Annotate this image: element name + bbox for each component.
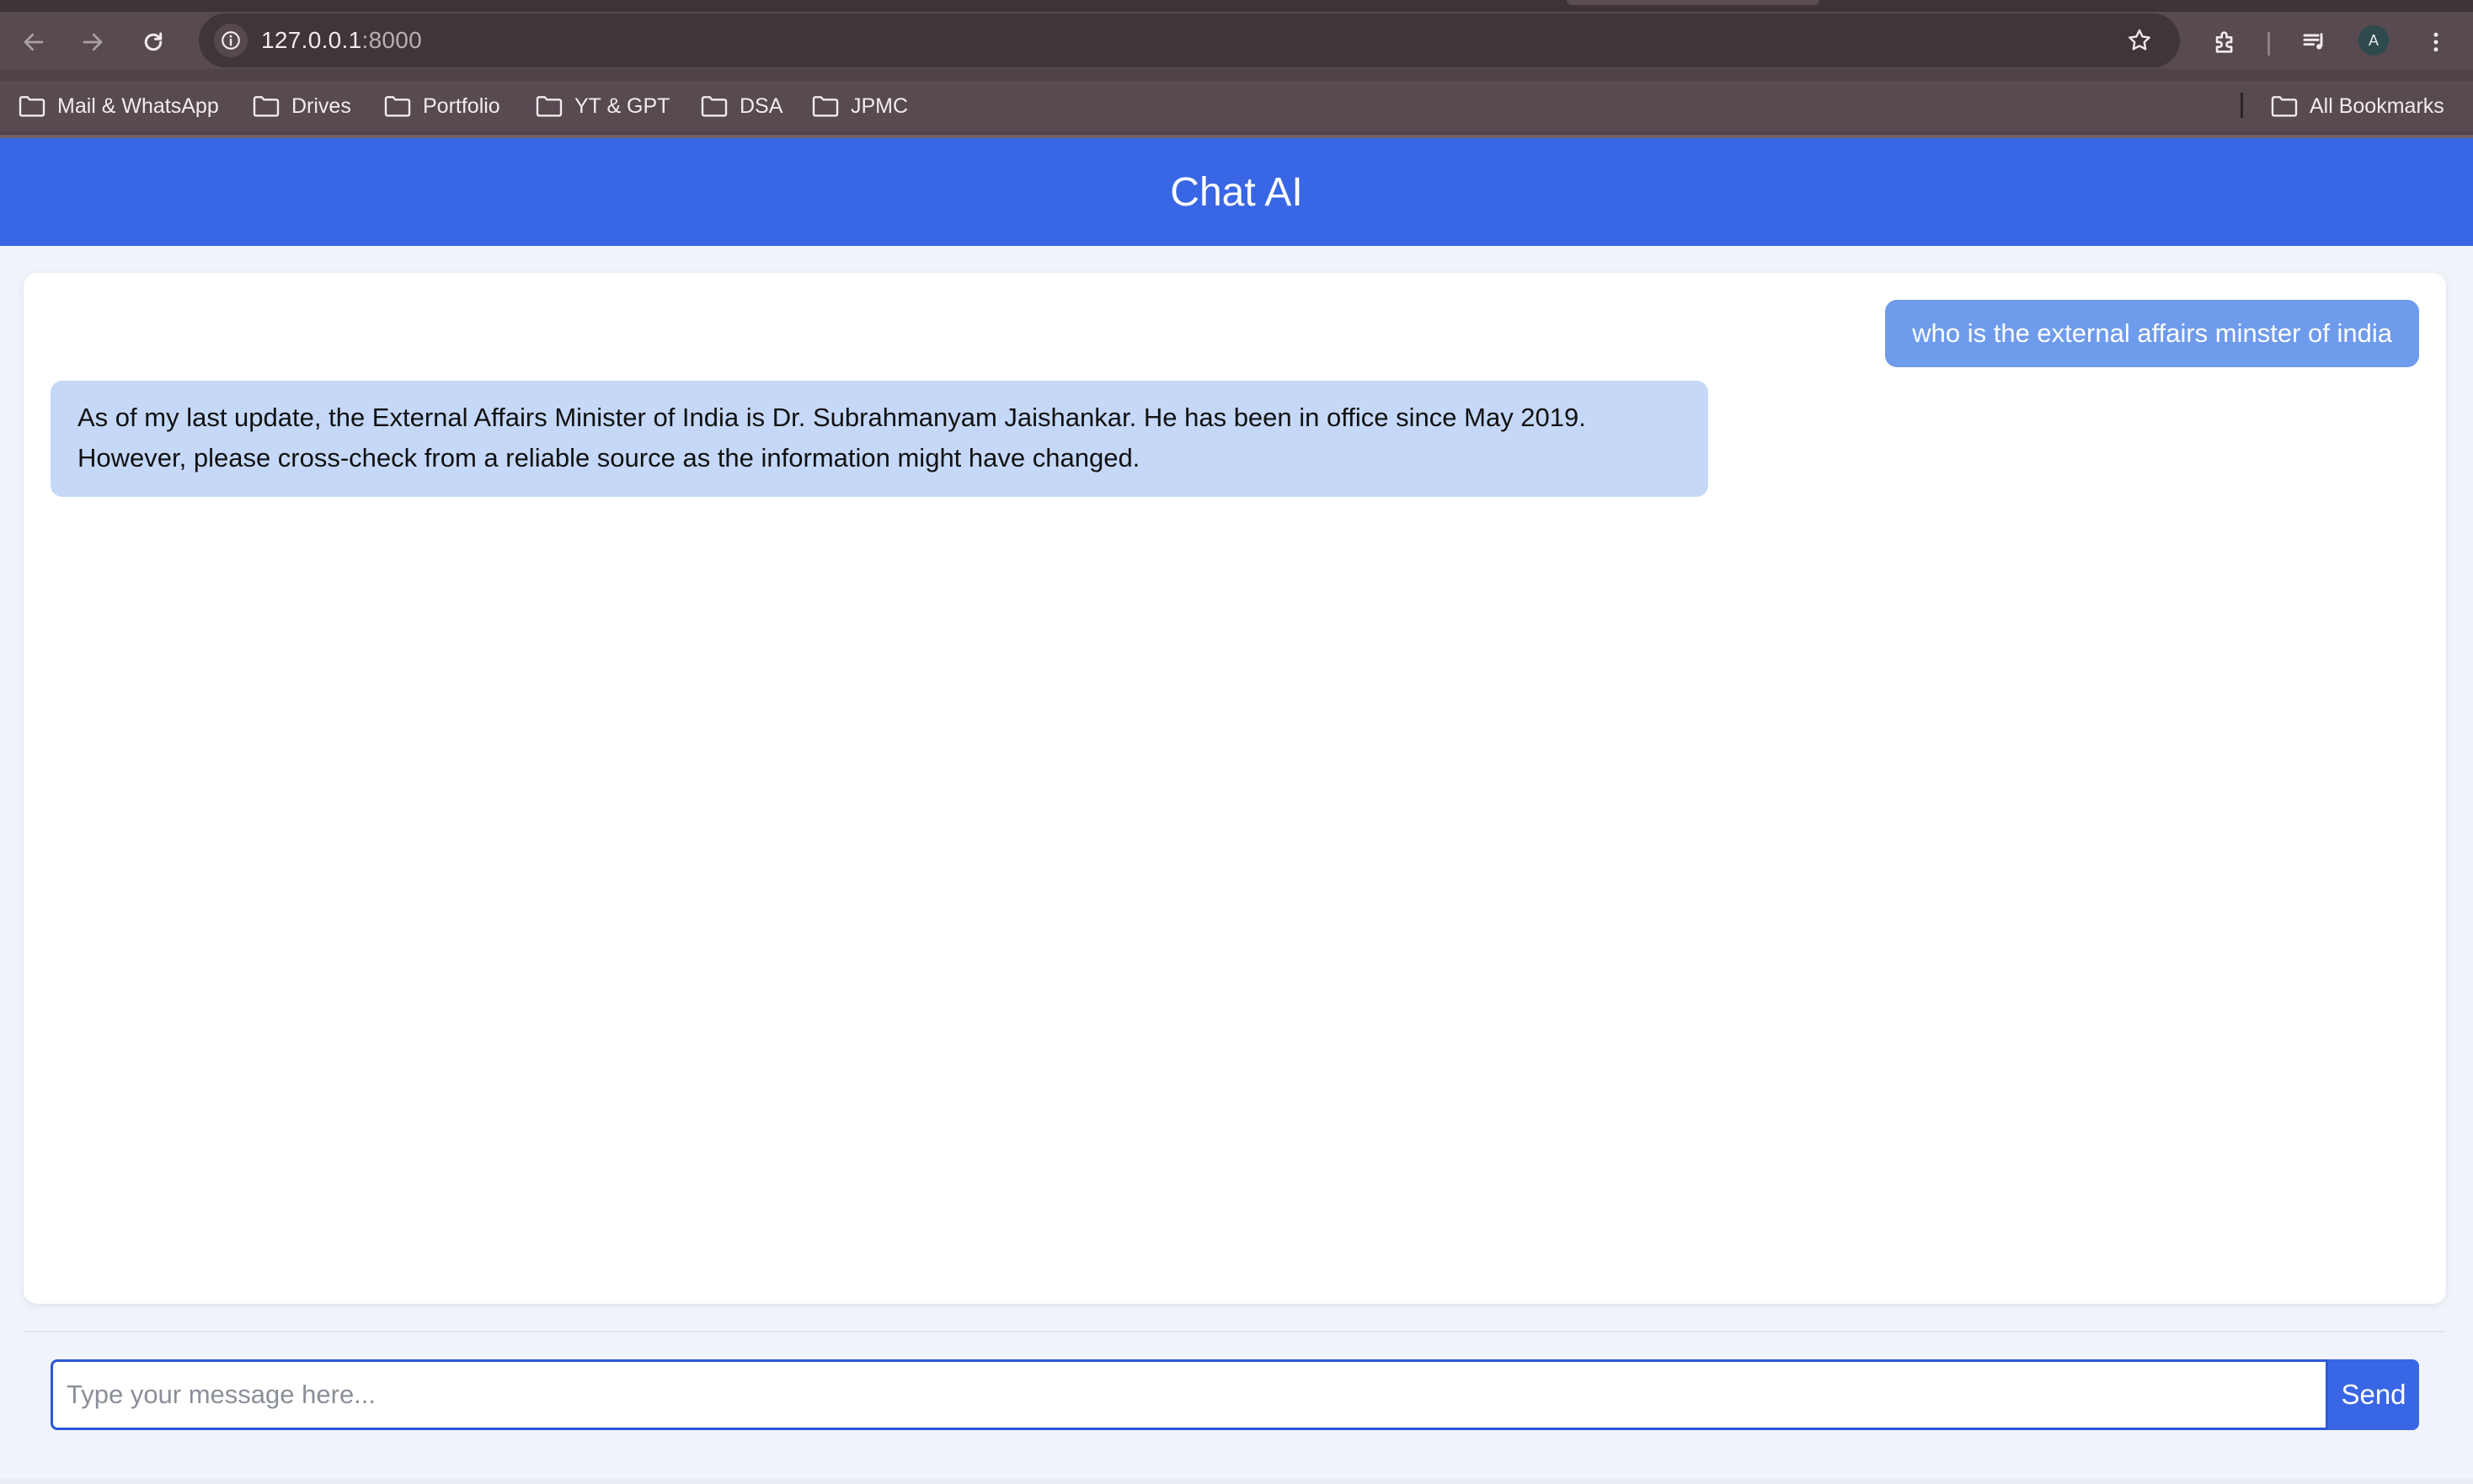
folder-icon bbox=[536, 96, 563, 117]
bookmark-folder[interactable]: DSA bbox=[701, 81, 782, 131]
bookmark-folder[interactable]: Drives bbox=[253, 81, 351, 131]
folder-icon bbox=[2271, 96, 2298, 117]
app-title: Chat AI bbox=[1170, 169, 1303, 215]
bookmark-folder[interactable]: YT & GPT bbox=[536, 81, 670, 131]
folder-icon bbox=[253, 96, 280, 117]
bookmarks-bar: Mail & WhatsApp Drives Portfolio YT & GP… bbox=[0, 81, 2473, 131]
url-text[interactable]: 127.0.0.1:8000 bbox=[261, 13, 422, 67]
browser-chrome: 127.0.0.1:8000 A Mail & WhatsApp Drives bbox=[0, 0, 2473, 138]
folder-icon bbox=[19, 96, 45, 117]
browser-toolbar: 127.0.0.1:8000 A bbox=[0, 12, 2473, 69]
all-bookmarks-button[interactable]: All Bookmarks bbox=[2271, 81, 2444, 131]
bookmark-label: Drives bbox=[291, 93, 351, 118]
bookmark-label: DSA bbox=[740, 93, 783, 118]
bookmarks-divider bbox=[2241, 93, 2243, 118]
star-icon[interactable] bbox=[2123, 24, 2156, 57]
message-composer: Send bbox=[51, 1359, 2419, 1430]
bookmark-folder[interactable]: JPMC bbox=[812, 81, 908, 131]
profile-avatar[interactable]: A bbox=[2358, 25, 2389, 56]
message-input[interactable] bbox=[51, 1359, 2328, 1430]
url-host: 127.0.0.1 bbox=[261, 27, 362, 53]
chat-messages-panel[interactable]: who is the external affairs minster of i… bbox=[24, 273, 2446, 1304]
bookmark-label: JPMC bbox=[851, 93, 909, 118]
page-bottom bbox=[0, 1479, 2473, 1484]
user-message: who is the external affairs minster of i… bbox=[1885, 300, 2419, 367]
bookmark-label: Portfolio bbox=[423, 93, 500, 118]
media-queue-icon[interactable] bbox=[2296, 24, 2333, 61]
active-tab[interactable] bbox=[1567, 0, 1819, 5]
toolbar-divider bbox=[2267, 32, 2270, 56]
address-bar[interactable]: 127.0.0.1:8000 bbox=[199, 13, 2180, 67]
reload-icon[interactable] bbox=[136, 25, 170, 59]
kebab-menu-icon[interactable] bbox=[2417, 24, 2454, 61]
puzzle-icon[interactable] bbox=[2207, 24, 2244, 61]
bookmark-folder[interactable]: Mail & WhatsApp bbox=[19, 81, 219, 131]
all-bookmarks-label: All Bookmarks bbox=[2310, 93, 2444, 118]
composer-divider bbox=[24, 1331, 2446, 1332]
folder-icon bbox=[812, 96, 839, 117]
info-icon[interactable] bbox=[214, 24, 248, 57]
back-arrow-icon[interactable] bbox=[17, 25, 51, 59]
folder-icon bbox=[701, 96, 728, 117]
forward-arrow-icon[interactable] bbox=[76, 25, 109, 59]
assistant-message: As of my last update, the External Affai… bbox=[51, 381, 1708, 497]
bookmark-label: YT & GPT bbox=[574, 93, 670, 118]
app-header: Chat AI bbox=[0, 138, 2473, 246]
folder-icon bbox=[384, 96, 411, 117]
tab-strip bbox=[0, 0, 2473, 12]
bookmark-folder[interactable]: Portfolio bbox=[384, 81, 500, 131]
url-port: :8000 bbox=[361, 27, 423, 53]
bookmark-label: Mail & WhatsApp bbox=[57, 93, 219, 118]
send-button[interactable]: Send bbox=[2328, 1359, 2419, 1430]
